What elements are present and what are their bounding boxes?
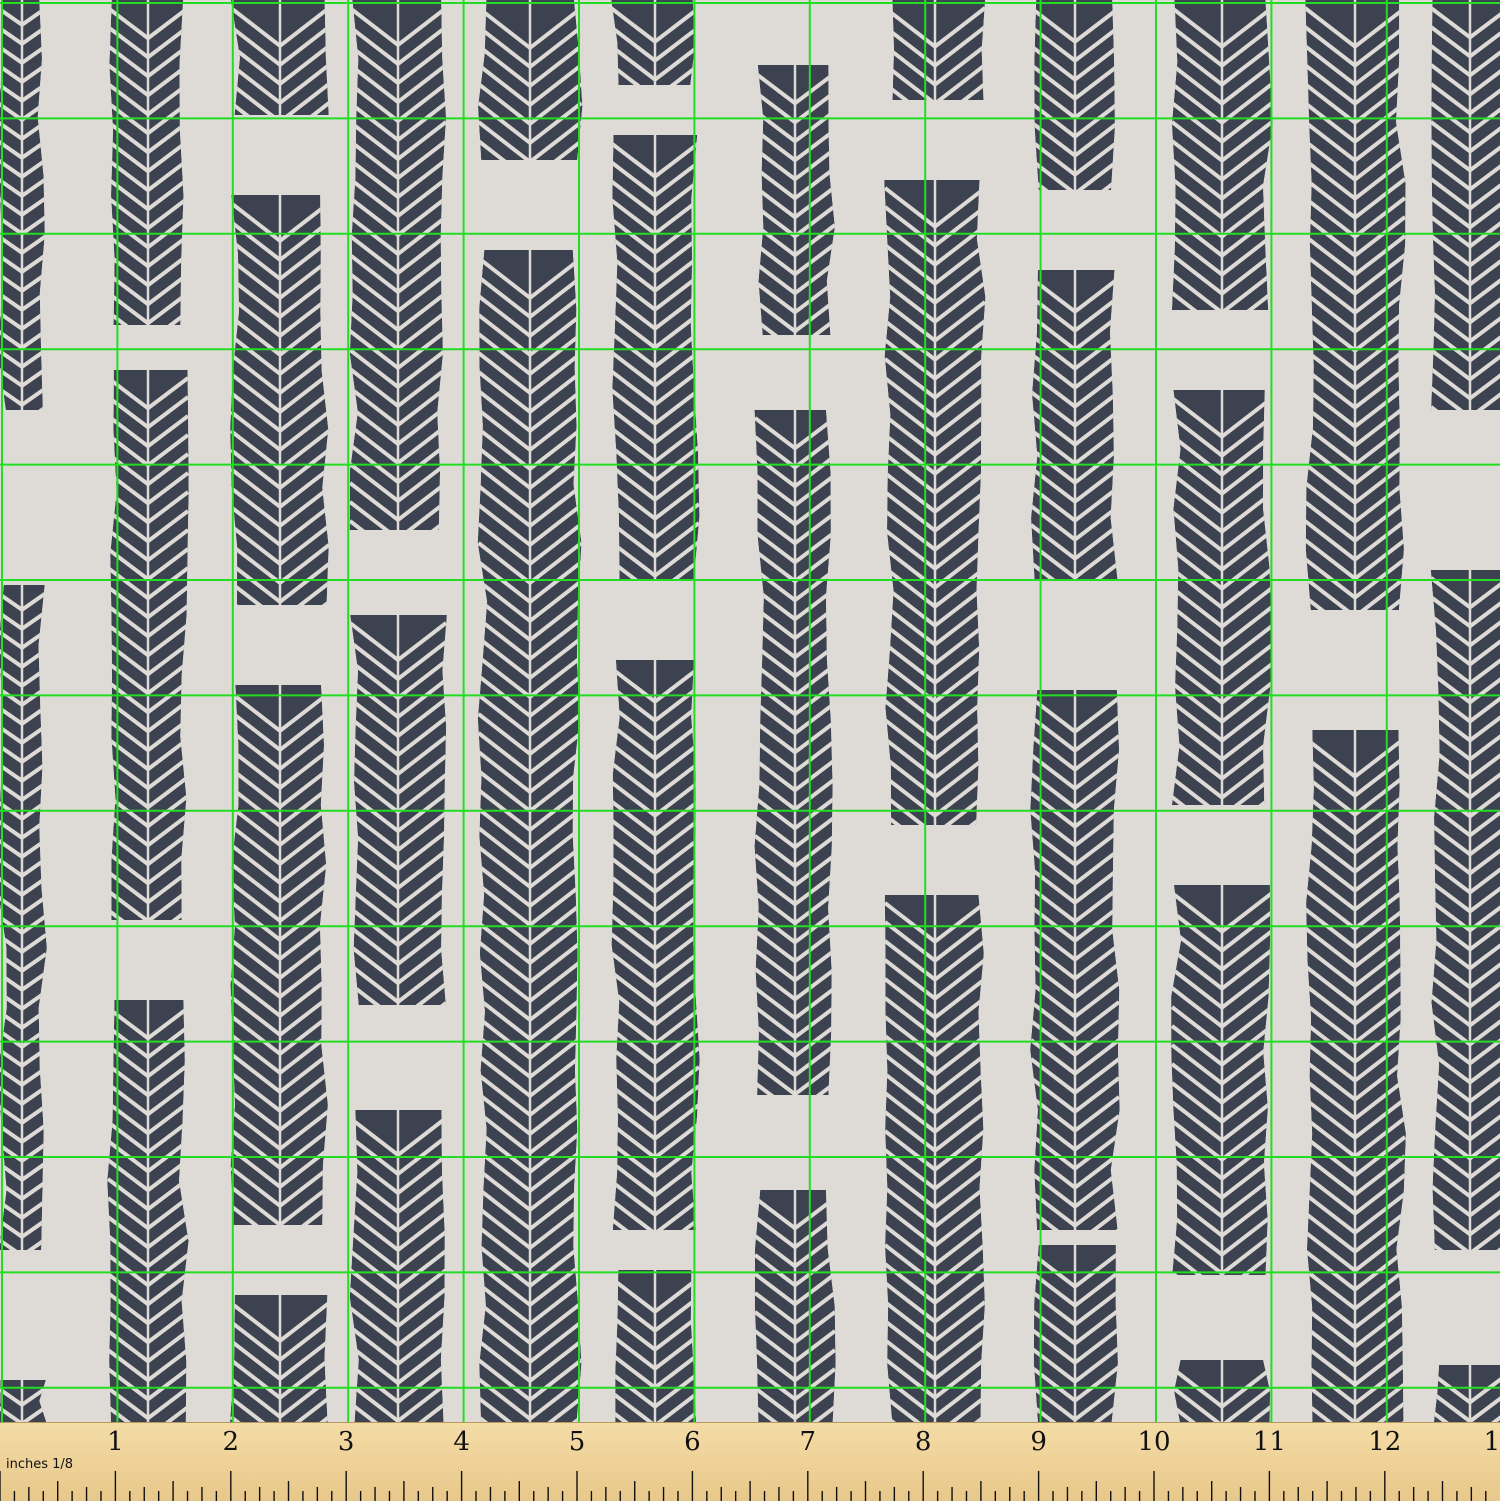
chevron-stripe [1171,0,1273,310]
chevron-stripe [612,135,700,580]
stripe-body [1433,1365,1500,1422]
ruler-number: 9 [1030,1427,1047,1457]
ruler-number: 5 [568,1427,586,1457]
chevron-stripe [107,1000,189,1422]
ruler-number: 12 [1368,1427,1402,1457]
chevron-stripe [611,660,700,1230]
chevron-stripe [230,685,328,1225]
chevron-stripe [0,1380,47,1422]
chevron-stripe [1171,885,1271,1275]
chevron-stripe [230,195,329,605]
ruler-number: 7 [799,1427,817,1457]
chevron-stripe [757,65,835,335]
stripe-body [110,370,189,920]
fabric-swatch [0,0,1500,1422]
fabric-background [0,0,1500,1422]
ruler-number: 6 [684,1427,701,1457]
chevron-stripe [477,250,582,1422]
ruler-unit-label: inches 1/8 [6,1457,74,1472]
chevron-stripe [1030,690,1120,1230]
chevron-stripe [1431,0,1500,410]
chevron-stripe [350,615,447,1005]
ruler-number: 2 [222,1427,240,1457]
chevron-stripe [0,0,45,410]
chevron-stripe [1306,730,1406,1422]
chevron-stripe [230,1295,328,1422]
chevron-stripe [1031,270,1118,580]
measuring-ruler: inches 1/8 12345678910111213 [0,1422,1500,1501]
ruler-number: 10 [1137,1427,1171,1457]
chevron-stripe [1171,390,1272,805]
chevron-stripe [1174,1360,1271,1422]
stripe-body [109,0,184,325]
chevron-stripe [1433,1365,1500,1422]
ruler-number: 8 [914,1427,932,1457]
ruler-number: 13 [1483,1427,1500,1457]
chevron-stripe [884,895,985,1422]
ruler-number: 11 [1252,1427,1286,1457]
chevron-stripe [1305,0,1406,610]
chevron-stripe [110,370,189,920]
chevron-stripe [1430,570,1500,1250]
fabric-pattern [0,0,1500,1422]
ruler-number: 1 [107,1427,124,1457]
chevron-stripe [884,180,986,825]
chevron-stripe [109,0,184,325]
stripe-body [892,0,986,100]
chevron-stripe [754,410,833,1095]
chevron-stripe [349,0,447,530]
ruler-number: 4 [453,1427,470,1457]
chevron-stripe [615,1270,697,1422]
ruler-number: 3 [337,1427,355,1457]
